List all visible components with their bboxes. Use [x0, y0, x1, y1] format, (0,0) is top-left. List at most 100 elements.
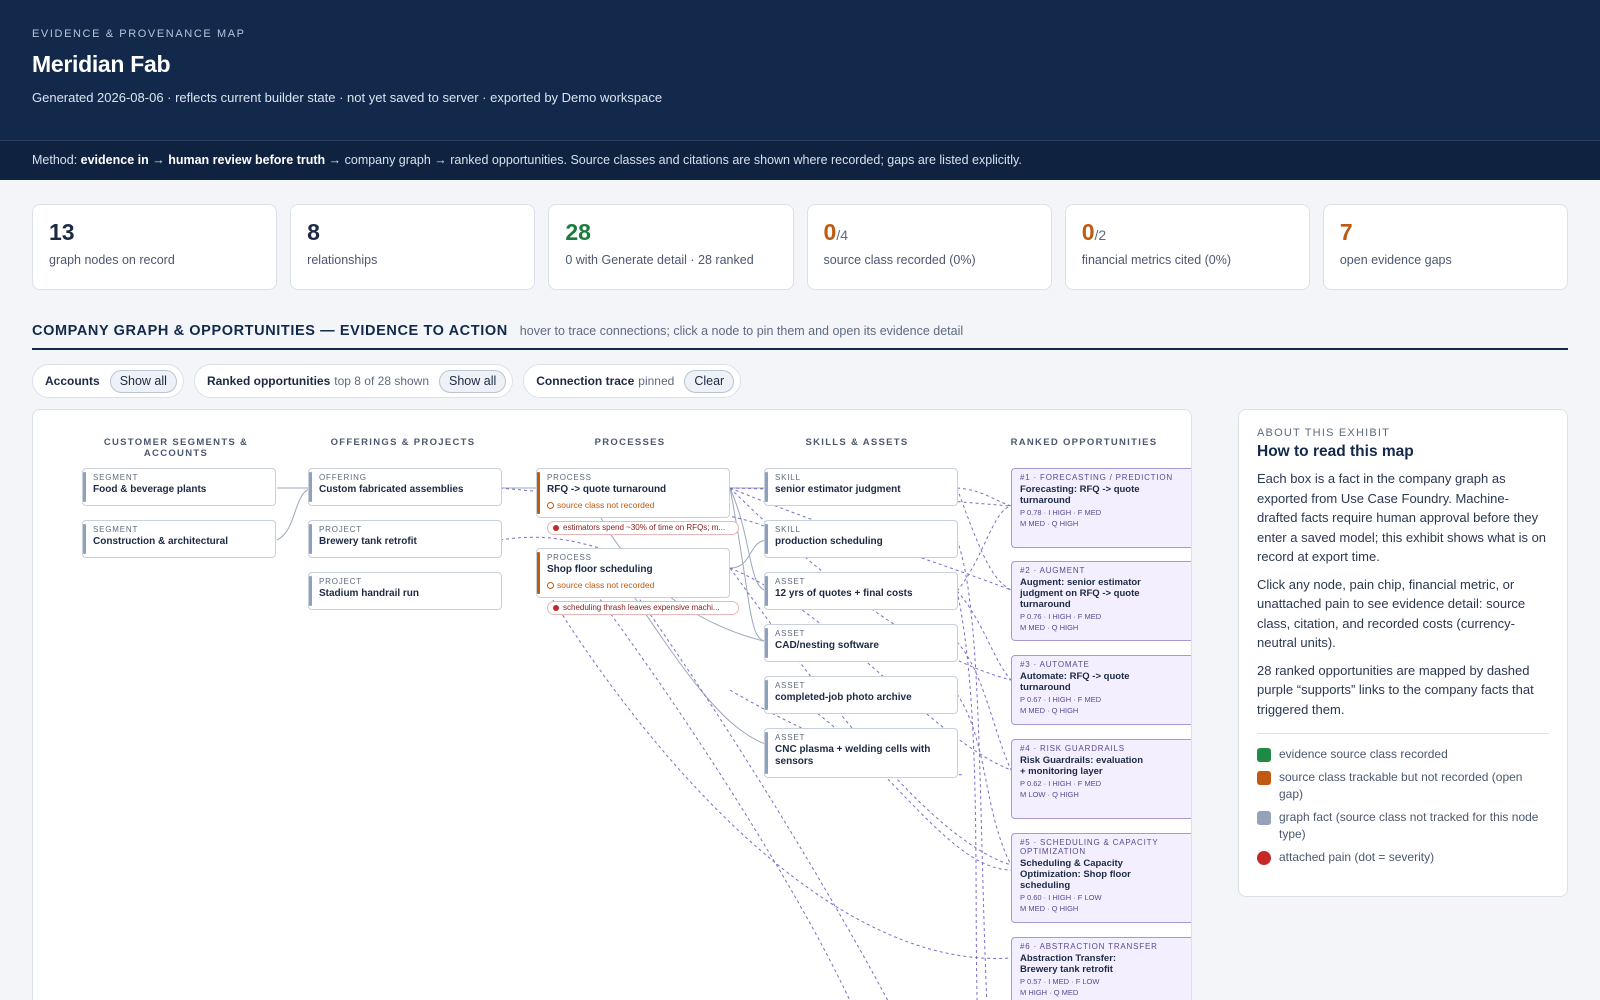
opportunity-card[interactable]: #5 · SCHEDULING & CAPACITY OPTIMIZATION …	[1011, 833, 1191, 923]
method-human-review: human review before truth	[168, 153, 326, 167]
orange-square-icon	[1257, 771, 1271, 785]
kpi-value: 28	[565, 219, 591, 245]
opportunity-name: Risk Guardrails: evaluation + monitoring…	[1020, 755, 1144, 777]
opportunity-card[interactable]: #6 · ABSTRACTION TRANSFER Abstraction Tr…	[1011, 937, 1191, 1000]
segment-node[interactable]: SEGMENT Food & beverage plants	[82, 468, 276, 506]
link-supports	[956, 487, 1012, 507]
asset-node[interactable]: ASSET completed-job photo archive	[764, 676, 958, 714]
header-subtitle: Generated 2026-08-06 · reflects current …	[32, 90, 663, 105]
process-node[interactable]: PROCESS Shop floor scheduling source cla…	[536, 548, 730, 598]
node-name: senior estimator judgment	[775, 484, 901, 495]
gap-ring-icon	[547, 501, 554, 509]
opportunity-scores: M MED · Q HIGH	[1020, 706, 1079, 715]
about-divider	[1257, 733, 1549, 734]
accounts-show-all-button[interactable]: Show all	[109, 369, 177, 393]
opportunity-name: Augment: senior estimator judgment on RF…	[1020, 577, 1141, 610]
graph-controls: Accounts Show all Ranked opportunities t…	[32, 364, 742, 398]
accounts-control: Accounts Show all	[32, 364, 184, 398]
pain-chip[interactable]: estimators spend ~30% of time on RFQs; m…	[547, 521, 739, 535]
kpi-label: open evidence gaps	[1339, 253, 1452, 267]
opportunity-card[interactable]: #3 · AUTOMATE Automate: RFQ -> quote tur…	[1011, 655, 1191, 725]
page-header: EVIDENCE & PROVENANCE MAP Meridian Fab G…	[0, 0, 1600, 140]
link-supports	[956, 505, 1012, 592]
opportunity-card[interactable]: #2 · AUGMENT Augment: senior estimator j…	[1011, 561, 1191, 641]
opportunity-rank: #4 · RISK GUARDRAILS	[1020, 744, 1125, 753]
severity-dot-icon	[553, 525, 559, 531]
opportunity-scores: P 0.76 · I HIGH · F MED	[1020, 612, 1102, 621]
severity-dot-icon	[553, 605, 559, 611]
kpi-row: 13 graph nodes on record 8 relationships…	[32, 204, 1569, 290]
node-name: Food & beverage plants	[93, 484, 207, 495]
opportunity-scores: P 0.78 · I HIGH · F MED	[1020, 508, 1102, 517]
node-kind: ASSET	[775, 629, 806, 638]
segment-node[interactable]: SEGMENT Construction & architectural	[82, 520, 276, 558]
kpi-label: 0 with Generate detail · 28 ranked	[565, 253, 754, 267]
opportunity-scores: M MED · Q HIGH	[1020, 519, 1079, 528]
red-dot-icon	[1257, 851, 1271, 865]
section-title: COMPANY GRAPH & OPPORTUNITIES — EVIDENCE…	[32, 323, 508, 339]
kpi-card-relationships: 8 relationships	[290, 204, 536, 290]
kpi-value: 8	[307, 219, 320, 245]
node-name: RFQ -> quote turnaround	[547, 484, 667, 495]
kpi-value: 0/4	[823, 219, 848, 245]
clear-trace-button[interactable]: Clear	[684, 369, 735, 393]
ranked-opportunities-control: Ranked opportunities top 8 of 28 shown S…	[193, 364, 514, 398]
control-meta: pinned	[638, 374, 675, 388]
section-header: COMPANY GRAPH & OPPORTUNITIES — EVIDENCE…	[32, 322, 1568, 350]
column-header-offerings: OFFERINGS & PROJECTS	[330, 437, 476, 448]
opportunity-rank: #3 · AUTOMATE	[1020, 660, 1090, 669]
link-supports	[956, 590, 1012, 681]
pain-chip[interactable]: scheduling thrash leaves expensive machi…	[547, 601, 739, 615]
opportunity-scores: P 0.67 · I HIGH · F MED	[1020, 695, 1102, 704]
opportunity-scores: M HIGH · Q MED	[1020, 988, 1079, 997]
link-supports	[956, 693, 1012, 866]
node-kind: PROCESS	[547, 553, 592, 562]
kpi-value: 0/2	[1081, 219, 1107, 245]
kpi-label: financial metrics cited (0%)	[1081, 253, 1232, 267]
project-node[interactable]: PROJECT Stadium handrail run	[308, 572, 502, 610]
opportunity-scores: P 0.57 · I MED · F LOW	[1020, 977, 1100, 986]
node-name: Stadium handrail run	[319, 588, 420, 599]
opportunity-card[interactable]: #1 · FORECASTING / PREDICTION Forecastin…	[1011, 468, 1191, 548]
kpi-card-financial-metrics: 0/2 financial metrics cited (0%)	[1064, 204, 1310, 290]
kpi-value: 7	[1339, 219, 1353, 245]
node-name: 12 yrs of quotes + final costs	[775, 588, 913, 599]
link-solid	[729, 487, 769, 643]
node-kind: ASSET	[775, 577, 806, 586]
column-header-skills: SKILLS & ASSETS	[805, 437, 909, 448]
method-bar: Method: evidence in → human review befor…	[0, 140, 1600, 180]
kpi-label: source class recorded (0%)	[823, 253, 976, 267]
skill-node[interactable]: SKILL production scheduling	[764, 520, 958, 558]
gap-ring-icon	[547, 581, 554, 589]
opportunity-scores: M MED · Q HIGH	[1020, 623, 1079, 632]
asset-node[interactable]: ASSET 12 yrs of quotes + final costs	[764, 572, 958, 610]
node-kind: SEGMENT	[93, 525, 139, 534]
opportunity-rank: #2 · AUGMENT	[1020, 566, 1086, 575]
project-node[interactable]: PROJECT Brewery tank retrofit	[308, 520, 502, 558]
opportunity-scores: M MED · Q HIGH	[1020, 904, 1079, 913]
about-paragraph: Click any node, pain chip, financial met…	[1257, 576, 1526, 651]
opportunities-show-all-button[interactable]: Show all	[439, 369, 507, 393]
kpi-card-nodes: 13 graph nodes on record	[32, 204, 278, 290]
opportunity-scores: P 0.60 · I HIGH · F LOW	[1020, 893, 1102, 902]
green-square-icon	[1257, 748, 1271, 762]
opportunity-card[interactable]: #4 · RISK GUARDRAILS Risk Guardrails: ev…	[1011, 739, 1191, 819]
about-panel: ABOUT THIS EXHIBIT How to read this map …	[1238, 409, 1568, 897]
link-supports	[956, 539, 988, 1000]
asset-node[interactable]: ASSET CNC plasma + welding cells with se…	[764, 728, 958, 778]
node-name: Custom fabricated assemblies	[319, 484, 464, 495]
asset-node[interactable]: ASSET CAD/nesting software	[764, 624, 958, 662]
node-kind: SEGMENT	[93, 473, 139, 482]
node-kind: PROCESS	[547, 473, 592, 482]
header-eyebrow: EVIDENCE & PROVENANCE MAP	[32, 28, 246, 40]
skill-node[interactable]: SKILL senior estimator judgment	[764, 468, 958, 506]
opportunity-name: Abstraction Transfer: Brewery tank retro…	[1020, 953, 1117, 975]
about-title: How to read this map	[1257, 443, 1414, 460]
kpi-value: 13	[49, 219, 75, 245]
control-label: Ranked opportunities	[206, 374, 331, 388]
legend-item: attached pain (dot = severity)	[1257, 849, 1549, 866]
node-name: production scheduling	[775, 536, 883, 547]
process-node[interactable]: PROCESS RFQ -> quote turnaround source c…	[536, 468, 730, 518]
opportunity-scores: P 0.62 · I HIGH · F MED	[1020, 779, 1102, 788]
offering-node[interactable]: OFFERING Custom fabricated assemblies	[308, 468, 502, 506]
